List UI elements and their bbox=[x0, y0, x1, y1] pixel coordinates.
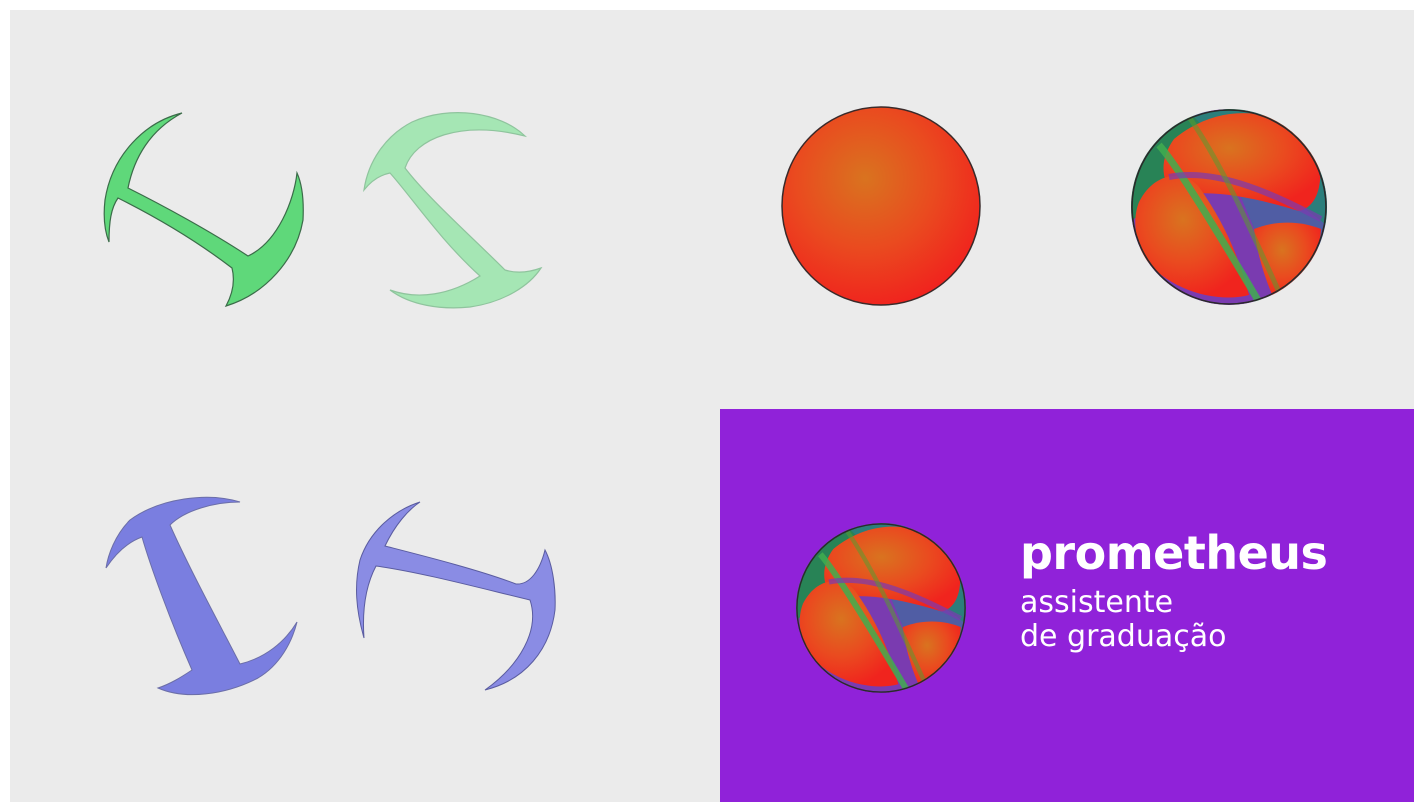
layered-sphere-icon bbox=[1124, 107, 1339, 307]
brand-wordmark: prometheus assistente de graduação bbox=[1020, 526, 1328, 654]
artwork-canvas bbox=[103, 106, 1414, 802]
brand-tagline-line1: assistente bbox=[1020, 585, 1174, 620]
brand-name: prometheus bbox=[1020, 526, 1328, 580]
design-board: prometheus assistente de graduação bbox=[10, 10, 1414, 802]
brand-tagline-line2: de graduação bbox=[1020, 618, 1227, 654]
red-sphere-icon bbox=[781, 106, 981, 306]
light-green-swoosh-icon bbox=[363, 112, 543, 309]
blue-swoosh-icon bbox=[105, 496, 298, 696]
green-swoosh-icon bbox=[103, 112, 304, 308]
blue-swoosh-alt-icon bbox=[356, 501, 556, 691]
